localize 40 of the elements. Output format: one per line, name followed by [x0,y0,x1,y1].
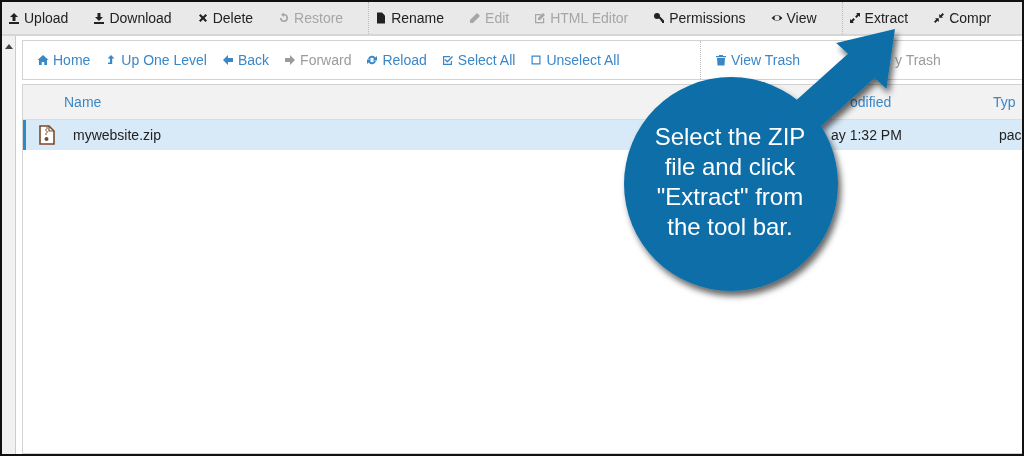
checkbox-icon [441,54,454,66]
toolbar-button[interactable]: Compr [931,6,1013,30]
zip-file-icon [38,125,55,145]
nav-button[interactable]: View Trash [709,48,895,72]
nav-button[interactable]: Select All [435,48,525,72]
left-arrow-icon [221,54,234,66]
up-arrow-icon [105,54,118,66]
edit-icon [534,12,547,24]
reload-icon [366,54,379,66]
type-column-header[interactable]: Typ [993,94,1016,110]
cross-icon [196,12,209,24]
toolbar-button[interactable]: Permissions [651,6,767,30]
compress-icon [933,12,946,24]
download-icon [93,12,106,24]
expand-icon [848,12,861,24]
file-type: pac [998,127,1022,143]
toolbar-button[interactable]: View [768,6,838,30]
key-icon [653,12,666,24]
file-icon [375,12,388,24]
nav-button[interactable]: Reload [360,48,436,72]
name-column-header[interactable]: Name [64,94,102,110]
toolbar-button[interactable]: Delete [194,6,275,30]
nav-button[interactable]: Home [31,48,100,72]
pencil-icon [469,12,482,24]
undo-icon [278,12,291,24]
right-arrow-icon [284,54,297,66]
modified-date: ay 1:32 PM [831,127,902,143]
toolbar-button[interactable]: Upload [6,6,90,30]
trash-icon [715,54,727,66]
eye-icon [770,12,783,24]
scroll-up-arrow-icon[interactable] [4,44,13,49]
toolbar-button[interactable]: Download [91,6,193,30]
upload-icon [8,12,20,24]
nav-button[interactable]: Up One Level [99,48,216,72]
nav-button[interactable]: Unselect All [524,48,629,72]
nav-button[interactable]: Back [215,48,279,72]
toolbar-button[interactable]: Extract [846,6,930,30]
home-icon [37,54,49,66]
file-name: mywebsite.zip [72,127,161,143]
toolbar-button[interactable]: Rename [373,6,466,30]
